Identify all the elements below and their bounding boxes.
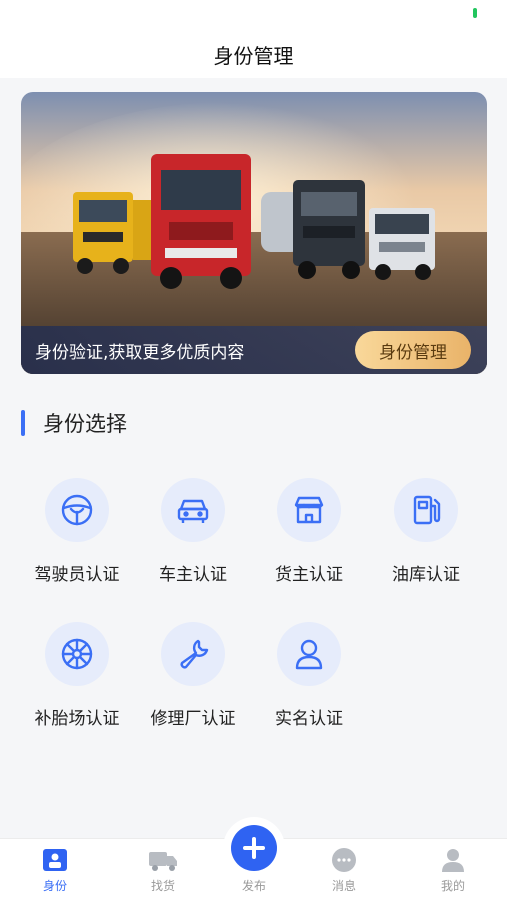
tire-icon [61,638,93,670]
plus-icon [243,837,265,859]
steering-wheel-icon [61,494,93,526]
shop-icon [294,496,324,524]
identity-cargo-owner[interactable]: 货主认证 [251,478,367,585]
identity-tire-repair[interactable]: 补胎场认证 [19,622,135,729]
tab-messages[interactable]: 消息 [309,847,379,894]
tab-mine-label: 我的 [440,879,465,893]
identity-repair-shop-label: 修理厂认证 [150,709,236,729]
identity-tire-repair-label: 补胎场认证 [34,709,120,729]
tab-mine[interactable]: 我的 [418,847,488,894]
page-title: 身份管理 [213,43,294,68]
banner[interactable]: 身份验证,获取更多优质内容 身份管理 [21,92,487,374]
message-icon [332,848,356,872]
person-icon [442,849,464,872]
identity-car-owner[interactable]: 车主认证 [135,478,251,585]
car-icon [177,499,209,523]
identity-cargo-owner-label: 货主认证 [275,565,343,585]
identity-real-name-label: 实名认证 [275,709,343,729]
publish-button[interactable] [231,825,277,871]
identity-fuel-depot-label: 油库认证 [392,565,460,585]
bottom-tab-bar: 身份 找货 发布 消息 我的 [0,817,507,900]
user-icon [295,639,323,670]
fuel-pump-icon [413,495,441,525]
tab-identity[interactable]: 身份 [20,847,90,894]
identity-repair-shop[interactable]: 修理厂认证 [135,622,251,729]
truck-icon [149,852,177,871]
banner-caption: 身份验证,获取更多优质内容 身份管理 [21,326,487,374]
identity-manage-button[interactable]: 身份管理 [355,331,471,369]
tab-find-cargo-label: 找货 [150,879,175,893]
wrench-icon [180,639,209,669]
identity-driver-label: 驾驶员认证 [34,565,120,585]
identity-car-owner-label: 车主认证 [159,565,227,585]
section-header: 身份选择 [21,408,127,438]
publish-button-wrap [223,817,285,879]
battery-icon [473,8,477,18]
tab-find-cargo[interactable]: 找货 [128,847,198,894]
tab-publish-label: 发布 [241,879,266,893]
nav-bar: 身份管理 [0,30,507,78]
section-title: 身份选择 [43,412,127,436]
section-accent-bar [21,410,25,436]
identity-real-name[interactable]: 实名认证 [251,622,367,729]
tab-messages-label: 消息 [331,879,356,893]
status-bar [0,0,507,30]
identity-fuel-depot[interactable]: 油库认证 [368,478,484,585]
identity-driver[interactable]: 驾驶员认证 [19,478,135,585]
id-badge-icon [43,849,67,871]
banner-text: 身份验证,获取更多优质内容 [35,342,245,363]
tab-identity-label: 身份 [42,879,67,893]
